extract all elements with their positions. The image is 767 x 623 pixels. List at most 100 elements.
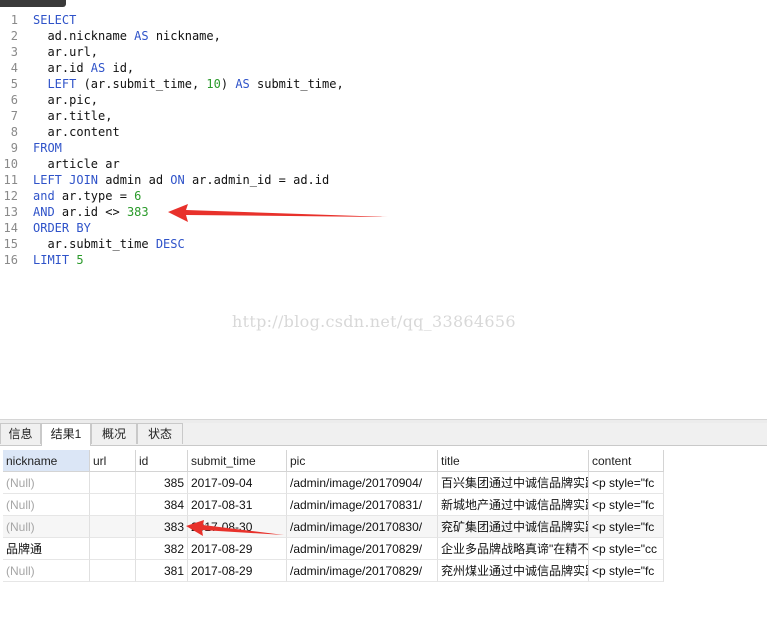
table-row[interactable]: (Null) 381 2017-08-29/admin/image/20170829…: [0, 560, 664, 582]
cell-title[interactable]: 兖州煤业通过中诚信品牌实践: [438, 560, 589, 582]
code-line[interactable]: 11 LEFT JOIN admin ad ON ar.admin_id = ad…: [0, 172, 760, 188]
cell-url[interactable]: [90, 494, 136, 516]
cell-content[interactable]: <p style="cc: [589, 538, 664, 560]
code-text: LEFT (ar.submit_time, 10) AS submit_time…: [33, 76, 344, 92]
sql-keyword: ORDER BY: [33, 221, 91, 235]
code-text: ar.pic,: [33, 92, 98, 108]
line-number: 10: [3, 157, 18, 171]
sql-text: id,: [105, 61, 135, 75]
cell-pic[interactable]: /admin/image/20170829/: [287, 538, 438, 560]
code-text: ar.submit_time DESC: [33, 236, 185, 252]
sql-text: (ar.submit_time,: [76, 77, 207, 91]
code-line[interactable]: 9 FROM: [0, 140, 760, 156]
code-line[interactable]: 4 ar.id AS id,: [0, 60, 760, 76]
code-text: LEFT JOIN admin ad ON ar.admin_id = ad.i…: [33, 172, 329, 188]
cell-content[interactable]: <p style="fc: [589, 516, 664, 538]
sql-keyword: LEFT JOIN: [33, 173, 99, 187]
cell-nickname[interactable]: (Null): [3, 472, 90, 494]
sql-number: 10: [206, 77, 221, 91]
cell-pic[interactable]: /admin/image/20170829/: [287, 560, 438, 582]
code-text: ar.title,: [33, 108, 112, 124]
cell-title[interactable]: 兖矿集团通过中诚信品牌实践: [438, 516, 589, 538]
code-text: and ar.type = 6: [33, 188, 141, 204]
code-line[interactable]: 1 SELECT: [0, 12, 760, 28]
column-header-pic[interactable]: pic: [287, 450, 438, 472]
cell-nickname[interactable]: 品牌通: [3, 538, 90, 560]
cell-id[interactable]: 385: [136, 472, 188, 494]
code-line[interactable]: 5 LEFT (ar.submit_time, 10) AS submit_ti…: [0, 76, 760, 92]
table-row[interactable]: (Null) 383 2017-08-30/admin/image/20170830…: [0, 516, 664, 538]
cell-url[interactable]: [90, 560, 136, 582]
column-header-url[interactable]: url: [90, 450, 136, 472]
code-line[interactable]: 16 LIMIT 5: [0, 252, 760, 268]
column-header-submit-time[interactable]: submit_time: [188, 450, 287, 472]
code-line[interactable]: 2 ad.nickname AS nickname,: [0, 28, 760, 44]
column-header-title[interactable]: title: [438, 450, 589, 472]
line-number: 5: [10, 77, 18, 91]
column-header-id[interactable]: id: [136, 450, 188, 472]
line-number: 6: [10, 93, 18, 107]
cell-id[interactable]: 384: [136, 494, 188, 516]
line-number: 1: [10, 13, 18, 27]
tab-overview[interactable]: 概况: [91, 423, 137, 444]
sql-keyword: AND: [33, 205, 55, 219]
cell-pic[interactable]: /admin/image/20170831/: [287, 494, 438, 516]
code-text: article ar: [33, 156, 120, 172]
code-line[interactable]: 10 article ar: [0, 156, 760, 172]
table-row[interactable]: 品牌通 382 2017-08-29/admin/image/20170829/企业…: [0, 538, 664, 560]
cell-nickname[interactable]: (Null): [3, 560, 90, 582]
sql-keyword: AS: [235, 77, 250, 91]
sql-text: article ar: [33, 157, 120, 171]
sql-text: ar.type =: [54, 189, 135, 203]
line-number: 2: [10, 29, 18, 43]
cell-content[interactable]: <p style="fc: [589, 560, 664, 582]
code-line[interactable]: 15 ar.submit_time DESC: [0, 236, 760, 252]
table-row[interactable]: (Null) 385 2017-09-04/admin/image/20170904…: [0, 472, 664, 494]
sql-keyword: LEFT: [47, 77, 77, 91]
cell-nickname[interactable]: (Null): [3, 494, 90, 516]
line-number: 7: [10, 109, 18, 123]
sql-text: ar.admin_id = ad.id: [184, 173, 330, 187]
code-line[interactable]: 6 ar.pic,: [0, 92, 760, 108]
line-number: 13: [3, 205, 18, 219]
cell-url[interactable]: [90, 472, 136, 494]
sql-keyword: DESC: [155, 237, 185, 251]
cell-submit-time[interactable]: 2017-08-29: [188, 560, 287, 582]
watermark: http://blog.csdn.net/qq_33864656: [232, 312, 516, 331]
sql-text: ar.url,: [33, 45, 99, 59]
cell-url[interactable]: [90, 516, 136, 538]
tab-info[interactable]: 信息: [0, 423, 41, 444]
code-text: SELECT: [33, 12, 76, 28]
cell-pic[interactable]: /admin/image/20170830/: [287, 516, 438, 538]
code-line[interactable]: 3 ar.url,: [0, 44, 760, 60]
cell-title[interactable]: 新城地产通过中诚信品牌实践: [438, 494, 589, 516]
sql-keyword: SELECT: [33, 13, 77, 27]
window-tab[interactable]: [0, 0, 66, 7]
cell-submit-time[interactable]: 2017-09-04: [188, 472, 287, 494]
sql-text: ar.submit_time: [33, 237, 156, 251]
code-line[interactable]: 8 ar.content: [0, 124, 760, 140]
code-line[interactable]: 7 ar.title,: [0, 108, 760, 124]
code-text: ar.url,: [33, 44, 98, 60]
sql-text: ar.title,: [33, 109, 113, 123]
cell-id[interactable]: 381: [136, 560, 188, 582]
cell-pic[interactable]: /admin/image/20170904/: [287, 472, 438, 494]
cell-url[interactable]: [90, 538, 136, 560]
cell-title[interactable]: 企业多品牌战略真谛"在精不: [438, 538, 589, 560]
tab-result-1[interactable]: 结果1: [41, 423, 91, 446]
cell-nickname[interactable]: (Null): [3, 516, 90, 538]
sql-number: 6: [134, 189, 142, 203]
code-text: ar.content: [33, 124, 119, 140]
sql-text: submit_time,: [249, 77, 344, 91]
cell-content[interactable]: <p style="fc: [589, 494, 664, 516]
sql-keyword: AS: [90, 61, 106, 75]
column-header-content[interactable]: content: [589, 450, 664, 472]
tab-status[interactable]: 状态: [137, 423, 183, 444]
sql-keyword: and: [33, 189, 55, 203]
table-row[interactable]: (Null) 384 2017-08-31/admin/image/20170831…: [0, 494, 664, 516]
cell-submit-time[interactable]: 2017-08-31: [188, 494, 287, 516]
cell-title[interactable]: 百兴集团通过中诚信品牌实践: [438, 472, 589, 494]
column-header-nickname[interactable]: nickname: [3, 450, 90, 472]
cell-content[interactable]: <p style="fc: [589, 472, 664, 494]
